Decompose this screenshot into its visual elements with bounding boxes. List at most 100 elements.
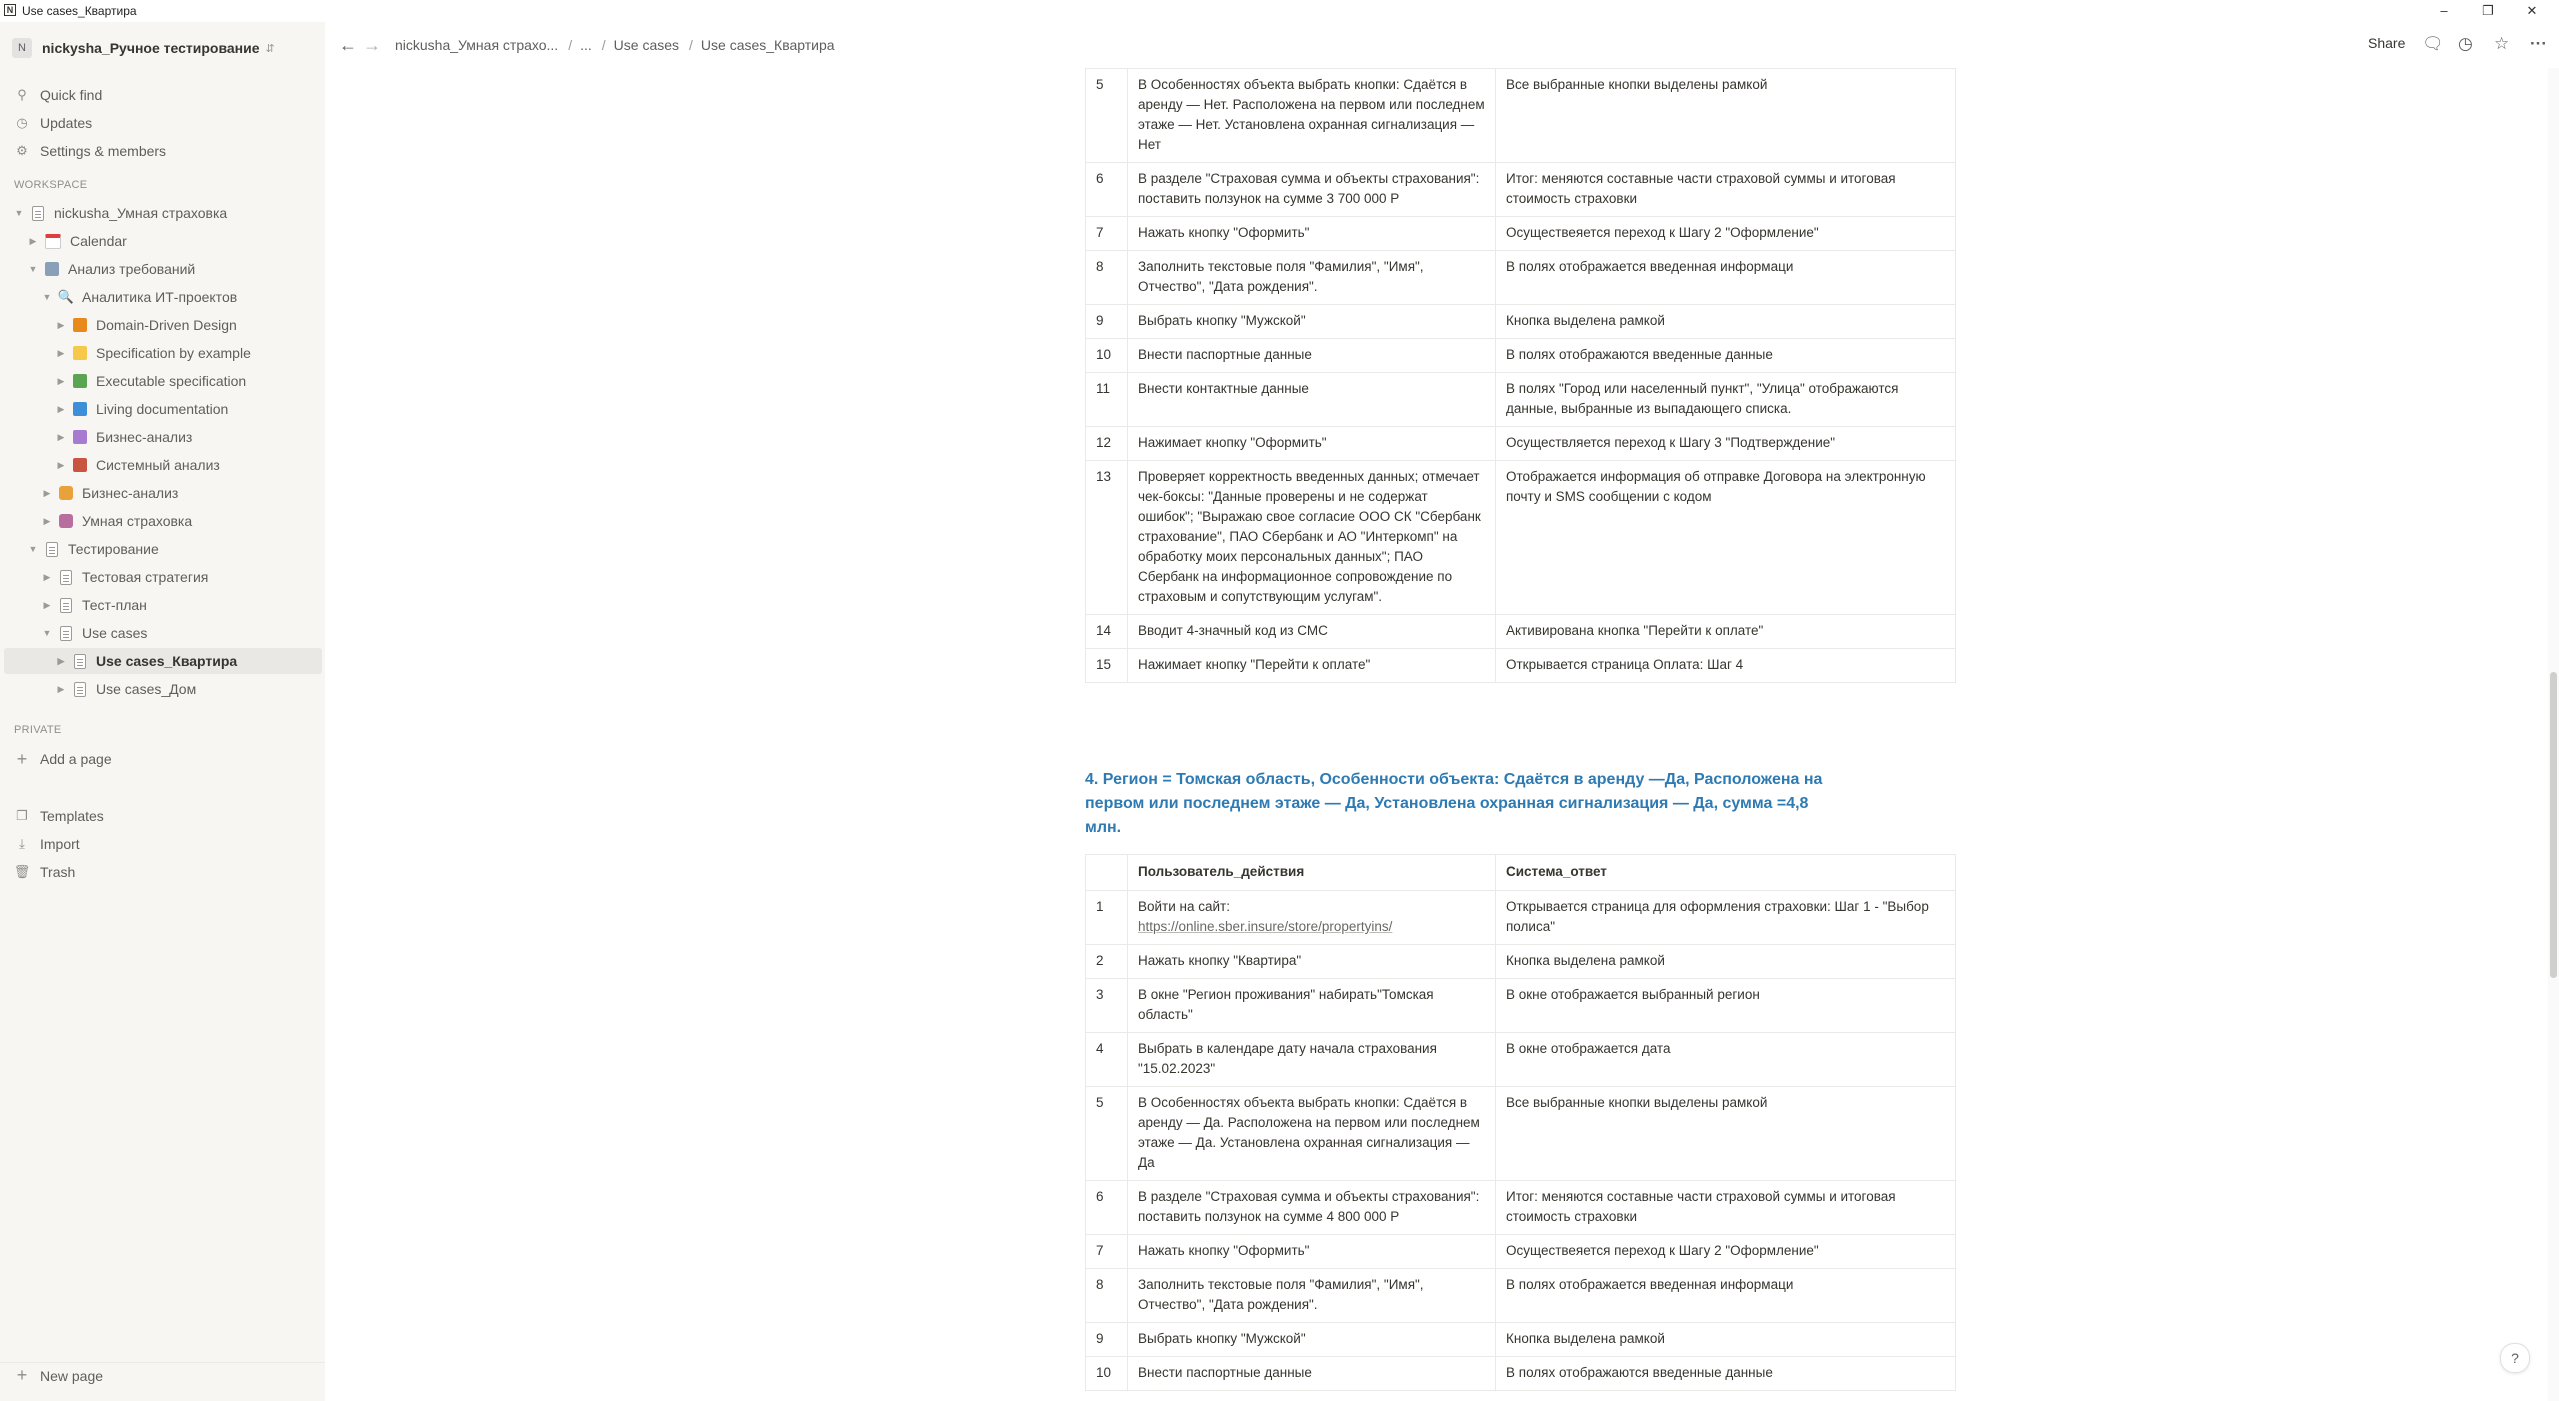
sidebar-item-test-plan[interactable]: ▶ Тест-план [0,592,325,618]
result-cell: В полях отображается введенная информаци [1495,250,1956,305]
caret-right-icon[interactable]: ▶ [40,572,54,583]
restore-icon[interactable]: ❐ [2468,2,2508,20]
sidebar-item-sbe[interactable]: ▶ Specification by example [0,340,325,366]
caret-down-icon[interactable]: ▼ [12,208,26,218]
result-cell: Кнопка выделена рамкой [1495,304,1956,339]
caret-down-icon[interactable]: ▼ [26,544,40,554]
import-label: Import [40,836,80,852]
page-icon [32,205,44,221]
scrollbar-thumb[interactable] [2550,672,2557,978]
trash-label: Trash [40,864,76,880]
back-arrow-icon[interactable]: ← [339,35,359,56]
action-cell: Внести паспортные данные [1127,338,1496,373]
table-row: 9 Выбрать кнопку "Мужской" Кнопка выделе… [1085,1322,1956,1357]
table-row: 5 В Особенностях объекта выбрать кнопки:… [1085,1086,1956,1181]
step-number: 7 [1085,216,1128,251]
caret-right-icon[interactable]: ▶ [40,516,54,527]
sidebar-item-requirements[interactable]: ▼ Анализ требований [0,256,325,282]
settings-button[interactable]: ⚙ Settings & members [0,138,325,164]
add-page-button[interactable]: + Add a page [0,746,325,772]
action-cell: В Особенностях объекта выбрать кнопки: С… [1127,68,1496,163]
templates-icon: ❐ [16,808,28,823]
table-row: 2 Нажать кнопку "Квартира" Кнопка выделе… [1085,944,1956,979]
blue-square-icon [73,402,87,416]
caret-right-icon[interactable]: ▶ [54,320,68,331]
quick-find-button[interactable]: ⚲ Quick find [0,82,325,108]
breadcrumb-ellipsis[interactable]: ... [580,37,592,53]
table-row: 10 Внести паспортные данные В полях отоб… [1085,338,1956,373]
breadcrumb-use-cases[interactable]: Use cases [614,37,679,53]
sidebar-item-smart-insurance[interactable]: ▼ nickusha_Умная страховка [0,200,325,226]
caret-right-icon[interactable]: ▶ [54,348,68,359]
caret-down-icon[interactable]: ▼ [26,264,40,274]
sidebar-item-label: Living documentation [96,401,229,417]
import-button[interactable]: ⤓ Import [0,831,325,857]
sidebar-item-living-doc[interactable]: ▶ Living documentation [0,396,325,422]
breadcrumb-current-page[interactable]: Use cases_Квартира [701,37,835,53]
history-clock-icon[interactable]: ◷ [2458,34,2473,54]
caret-right-icon[interactable]: ▶ [40,488,54,499]
sidebar-item-label: Системный анализ [96,457,220,473]
column-header-user-actions: Пользователь_действия [1127,854,1496,891]
workspace-switcher[interactable]: N nickysha_Ручное тестирование ⇵ [12,36,275,60]
sidebar-item-it-analytics[interactable]: ▼ 🔍 Аналитика ИТ-проектов [0,284,325,310]
caret-right-icon[interactable]: ▶ [54,684,68,695]
sidebar-item-label: Calendar [70,233,127,249]
result-cell: В полях "Город или населенный пункт", "У… [1495,372,1956,427]
caret-right-icon[interactable]: ▶ [54,460,68,471]
step-number: 3 [1085,978,1128,1033]
sidebar-item-smart-insurance-2[interactable]: ▶ Умная страховка [0,508,325,534]
updates-button[interactable]: ◷ Updates [0,110,325,136]
caret-down-icon[interactable]: ▼ [40,628,54,638]
action-cell: Войти на сайт: https://online.sber.insur… [1127,890,1496,945]
caret-right-icon[interactable]: ▶ [54,404,68,415]
sidebar-item-business-analysis-2[interactable]: ▶ Бизнес-анализ [0,480,325,506]
forward-arrow-icon[interactable]: → [363,35,383,56]
sidebar-item-exec-spec[interactable]: ▶ Executable specification [0,368,325,394]
sidebar-item-test-strategy[interactable]: ▶ Тестовая стратегия [0,564,325,590]
quick-find-label: Quick find [40,87,103,103]
search-icon: ⚲ [17,87,27,102]
sidebar-item-ddd[interactable]: ▶ Domain-Driven Design [0,312,325,338]
caret-right-icon[interactable]: ▶ [26,236,40,247]
sidebar-item-system-analysis[interactable]: ▶ Системный анализ [0,452,325,478]
caret-down-icon[interactable]: ▼ [40,292,54,302]
more-icon[interactable]: ··· [2530,34,2547,54]
breadcrumb-workspace[interactable]: nickusha_Умная страхо... [395,37,558,53]
trash-button[interactable]: 🗑 Trash [0,859,325,885]
caret-right-icon[interactable]: ▶ [40,600,54,611]
action-cell: В разделе "Страховая сумма и объекты стр… [1127,162,1496,217]
sidebar-item-use-cases[interactable]: ▼ Use cases [0,620,325,646]
result-cell: В полях отображаются введенные данные [1495,1356,1956,1391]
templates-button[interactable]: ❐ Templates [0,803,325,829]
sidebar-item-use-cases-house[interactable]: ▶ Use cases_Дом [0,676,325,702]
step-number: 7 [1085,1234,1128,1269]
caret-right-icon[interactable]: ▶ [54,656,68,667]
page-icon [60,569,72,585]
new-page-button[interactable]: + New page [0,1362,325,1388]
sidebar-item-testing[interactable]: ▼ Тестирование [0,536,325,562]
sidebar-item-label: Тест-план [82,597,147,613]
plus-icon: + [16,1365,28,1385]
star-icon[interactable]: ☆ [2494,34,2509,54]
red-square-icon [73,458,87,472]
templates-label: Templates [40,808,104,824]
table-row: 5 В Особенностях объекта выбрать кнопки:… [1085,68,1956,163]
comment-icon[interactable]: 🗨 [2422,34,2444,54]
minimize-icon[interactable]: – [2424,2,2464,20]
table-row: 13 Проверяет корректность введенных данн… [1085,460,1956,615]
table-row: 7 Нажать кнопку "Оформить" Осуществеяетс… [1085,216,1956,251]
help-button[interactable]: ? [2500,1343,2530,1373]
sidebar-item-use-cases-apartment[interactable]: ▶ Use cases_Квартира [4,648,322,674]
close-icon[interactable]: ✕ [2512,2,2552,20]
sidebar-item-calendar[interactable]: ▶ Calendar [0,228,325,254]
caret-right-icon[interactable]: ▶ [54,376,68,387]
site-link[interactable]: https://online.sber.insure/store/propert… [1138,917,1487,937]
sidebar-item-business-analysis[interactable]: ▶ Бизнес-анализ [0,424,325,450]
step-number: 8 [1085,1268,1128,1323]
share-button[interactable]: Share [2368,35,2405,51]
caret-right-icon[interactable]: ▶ [54,432,68,443]
step-number: 10 [1085,338,1128,373]
result-cell: Все выбранные кнопки выделены рамкой [1495,68,1956,163]
sidebar-item-label: Умная страховка [82,513,193,529]
